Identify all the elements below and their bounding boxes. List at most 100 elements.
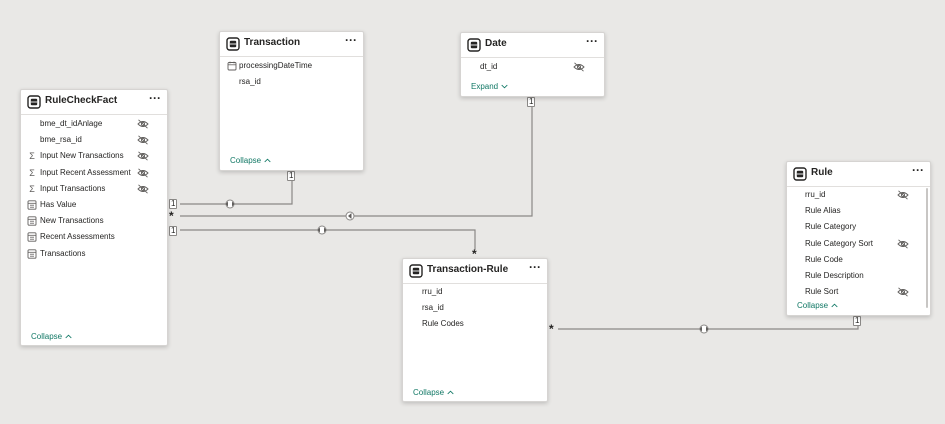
footer-label: Collapse: [230, 156, 262, 165]
more-options-icon[interactable]: ···: [586, 34, 598, 48]
table-icon: [467, 38, 481, 52]
field-row[interactable]: Rule Code: [787, 252, 930, 268]
field-name: Input Recent Assessment: [40, 167, 131, 177]
field-name: bme_rsa_id: [40, 135, 82, 145]
field-row[interactable]: Σ Input New Transactions: [21, 148, 167, 164]
field-row[interactable]: rsa_id: [220, 74, 363, 90]
more-options-icon[interactable]: ···: [345, 33, 357, 47]
table-header[interactable]: Transaction-Rule ···: [403, 259, 547, 284]
field-name: Rule Category Sort: [805, 238, 874, 248]
field-row[interactable]: rsa_id: [403, 300, 547, 316]
direction-marker-single: [345, 211, 355, 221]
table-icon: [409, 264, 423, 278]
sigma-icon: Σ: [29, 183, 35, 194]
relationship-line-factcheck-transaction: [180, 180, 293, 205]
cardinality-label: *: [169, 209, 174, 223]
field-name: Input New Transactions: [40, 151, 124, 161]
field-row[interactable]: Rule Category Sort: [787, 236, 930, 252]
scrollbar[interactable]: [926, 188, 928, 308]
cardinality-label: 1: [527, 97, 536, 107]
field-row[interactable]: rru_id: [787, 187, 930, 203]
field-name: New Transactions: [40, 216, 104, 226]
collapse-button[interactable]: Collapse: [230, 156, 271, 165]
footer-label: Collapse: [31, 332, 63, 341]
eye-hidden-icon: [137, 119, 149, 129]
field-row[interactable]: Has Value: [21, 197, 167, 213]
table-title: RuleCheckFact: [45, 95, 118, 106]
field-name: processingDateTime: [239, 61, 313, 70]
sigma-icon: Σ: [29, 167, 35, 178]
table-title: Date: [485, 38, 507, 49]
field-name: rru_id: [422, 287, 443, 296]
field-name: rru_id: [805, 190, 826, 199]
eye-hidden-icon: [137, 184, 149, 194]
field-name: dt_id: [480, 62, 498, 71]
field-name: Recent Assessments: [40, 232, 115, 242]
eye-hidden-icon: [137, 168, 149, 178]
table-header[interactable]: Date ···: [461, 33, 604, 58]
field-name: Rule Codes: [422, 319, 464, 329]
field-row[interactable]: Rule Codes: [403, 316, 547, 332]
more-options-icon[interactable]: ···: [912, 163, 924, 177]
table-title: Rule: [811, 167, 833, 178]
cardinality-label: 1: [853, 316, 862, 326]
calendar-icon: [227, 61, 237, 71]
field-row[interactable]: Recent Assessments: [21, 229, 167, 245]
chevron-up-icon: [264, 156, 271, 165]
table-card-transaction[interactable]: Transaction ··· processingDateTime rsa_id Co…: [219, 31, 364, 171]
field-row[interactable]: dt_id: [461, 59, 604, 75]
calculator-icon: [27, 216, 37, 226]
table-header[interactable]: Transaction ···: [220, 32, 363, 57]
table-icon: [226, 37, 240, 51]
table-card-date[interactable]: Date ··· dt_id Expand: [460, 32, 605, 97]
field-row[interactable]: Σ Input Transactions: [21, 181, 167, 197]
field-row[interactable]: Σ Input Recent Assessment: [21, 165, 167, 181]
field-row[interactable]: Rule Description: [787, 268, 930, 284]
eye-hidden-icon: [137, 151, 149, 161]
direction-marker-both: [699, 324, 709, 334]
field-name: Rule Code: [805, 254, 843, 264]
expand-button[interactable]: Expand: [471, 82, 508, 91]
table-header[interactable]: Rule ···: [787, 162, 930, 187]
field-row[interactable]: bme_rsa_id: [21, 132, 167, 148]
sigma-icon: Σ: [29, 151, 35, 162]
field-row[interactable]: New Transactions: [21, 213, 167, 229]
eye-hidden-icon: [897, 239, 909, 249]
eye-hidden-icon: [897, 190, 909, 200]
table-header[interactable]: RuleCheckFact ···: [21, 90, 167, 115]
table-icon: [27, 95, 41, 109]
calculator-icon: [27, 200, 37, 210]
calculator-icon: [27, 232, 37, 243]
field-row[interactable]: processingDateTime: [220, 58, 363, 74]
collapse-button[interactable]: Collapse: [797, 301, 838, 310]
table-card-rule[interactable]: Rule ··· rru_id Rule Alias Rule Category Rule…: [786, 161, 931, 316]
cardinality-label: *: [549, 322, 554, 336]
field-row[interactable]: Rule Alias: [787, 203, 930, 219]
footer-label: Expand: [471, 82, 499, 91]
field-row[interactable]: Rule Category: [787, 219, 930, 235]
chevron-up-icon: [831, 301, 838, 310]
footer-label: Collapse: [413, 388, 445, 397]
collapse-button[interactable]: Collapse: [31, 332, 72, 341]
more-options-icon[interactable]: ···: [529, 260, 541, 274]
table-card-rulecheckfact[interactable]: RuleCheckFact ··· bme_dt_idAnlage bme_rsa_i…: [20, 89, 168, 346]
field-name: Has Value: [40, 200, 77, 209]
footer-label: Collapse: [797, 301, 829, 310]
field-row[interactable]: rru_id: [403, 284, 547, 300]
table-icon: [793, 167, 807, 181]
table-title: Transaction-Rule: [427, 264, 509, 275]
field-row[interactable]: Rule Sort: [787, 284, 930, 300]
field-name: bme_dt_idAnlage: [40, 119, 103, 128]
field-row[interactable]: Transactions: [21, 246, 167, 262]
chevron-down-icon: [501, 82, 508, 91]
cardinality-label: 1: [169, 199, 178, 209]
more-options-icon[interactable]: ···: [149, 91, 161, 105]
field-name: rsa_id: [239, 77, 261, 87]
eye-hidden-icon: [897, 287, 909, 297]
eye-hidden-icon: [137, 135, 149, 145]
field-row[interactable]: bme_dt_idAnlage: [21, 116, 167, 132]
collapse-button[interactable]: Collapse: [413, 388, 454, 397]
field-name: Rule Alias: [805, 206, 841, 216]
field-name: rsa_id: [422, 303, 444, 313]
table-card-transaction-rule[interactable]: Transaction-Rule ··· rru_id rsa_id Rule Code…: [402, 258, 548, 402]
